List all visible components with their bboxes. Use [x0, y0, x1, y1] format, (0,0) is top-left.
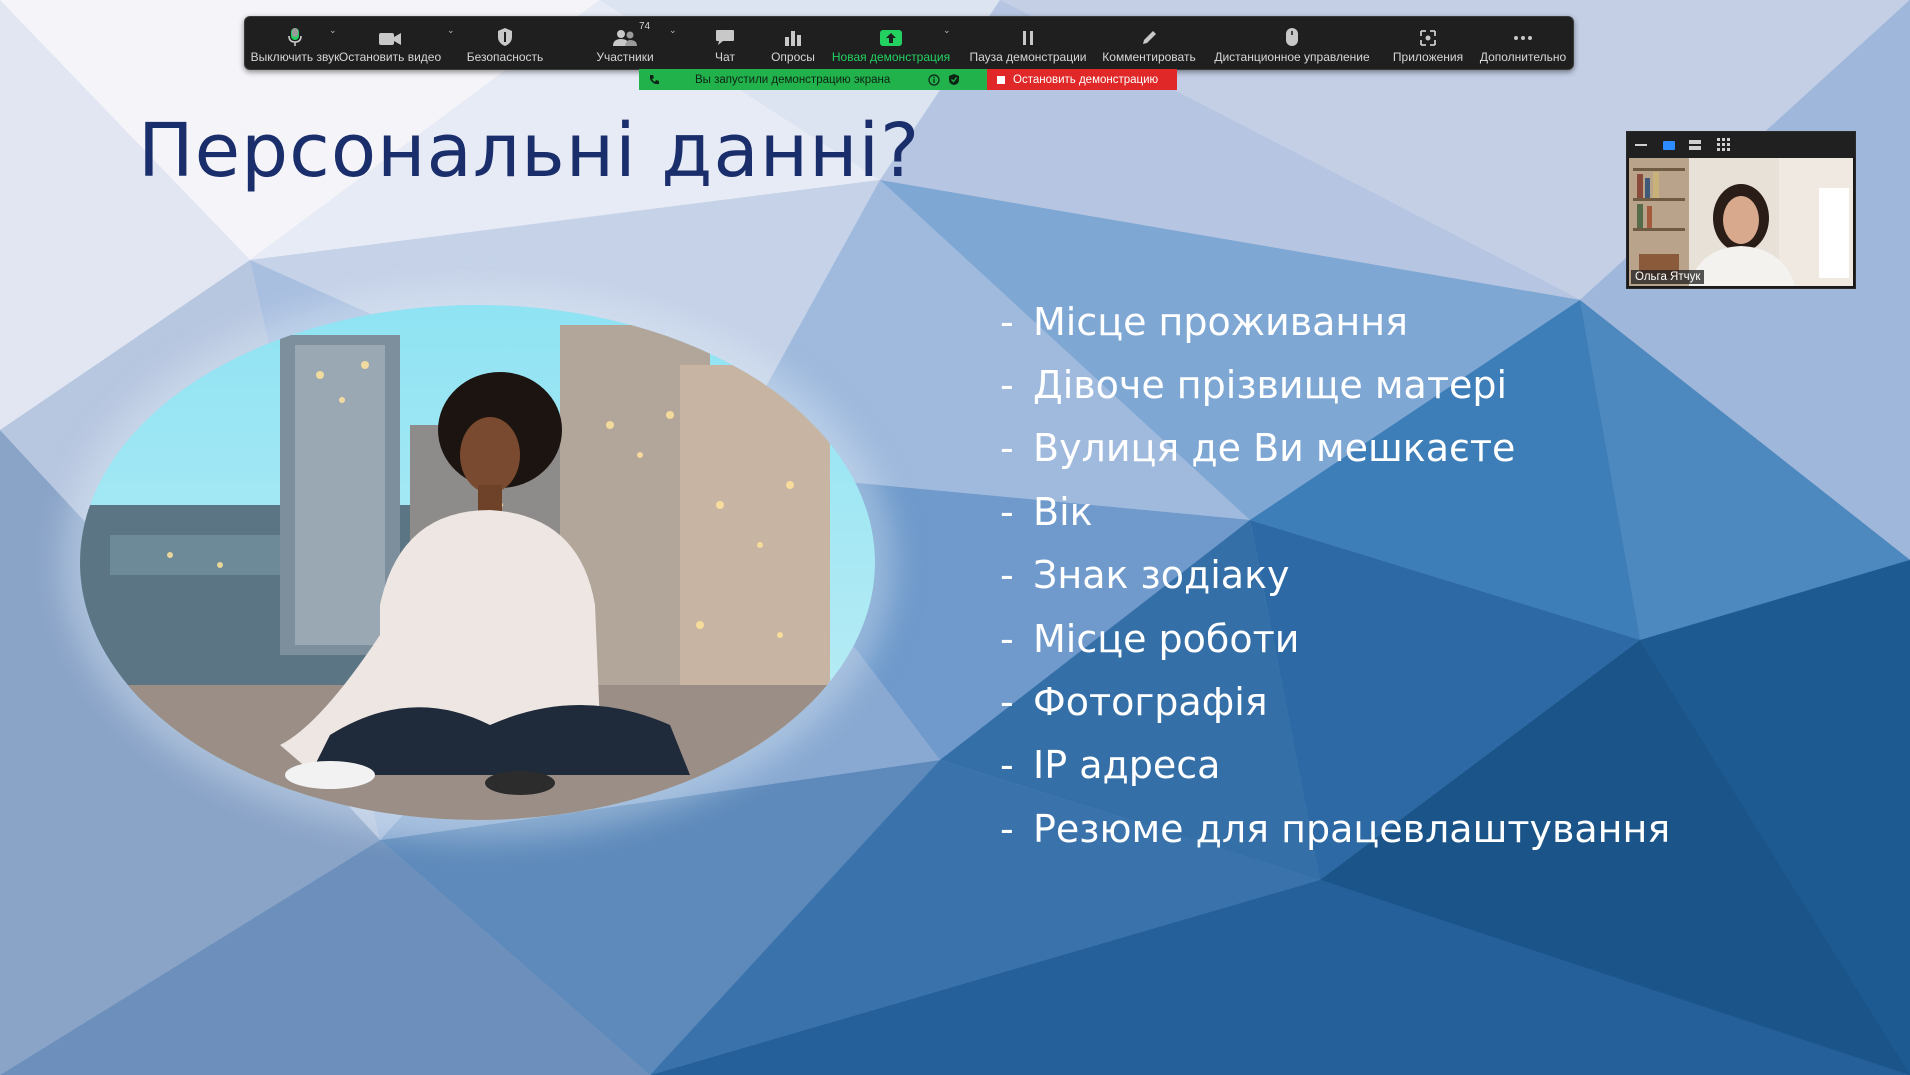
active-speaker-view-icon[interactable]	[1663, 141, 1675, 150]
annotate-label: Комментировать	[1102, 50, 1196, 64]
bullet-dash: -	[1000, 616, 1014, 661]
list-item: - Вік	[1000, 480, 1670, 543]
apps-icon	[1420, 30, 1436, 46]
remote-control-button[interactable]: Дистанционное управление	[1209, 17, 1375, 69]
new-share-label: Новая демонстрация	[831, 50, 951, 64]
share-status-text: Вы запустили демонстрацию экрана	[695, 73, 891, 86]
pause-icon	[1023, 31, 1033, 45]
bullet-dash: -	[1000, 489, 1014, 534]
participants-icon	[613, 30, 637, 46]
polls-button[interactable]: Опросы	[763, 17, 823, 69]
bullet-dash: -	[1000, 426, 1014, 471]
stop-video-button[interactable]: Остановить видео	[339, 17, 441, 69]
pause-share-label: Пауза демонстрации	[969, 50, 1087, 64]
video-panel-controls	[1627, 132, 1855, 158]
pause-share-button[interactable]: Пауза демонстрации	[965, 17, 1091, 69]
mute-button[interactable]: Выключить звук	[249, 17, 341, 69]
list-item: - IP адреса	[1000, 734, 1670, 797]
meeting-toolbar: Выключить звук ⌄ Остановить видео ⌄ Безо…	[244, 16, 1574, 70]
list-item: - Дівоче прізвище матері	[1000, 353, 1670, 416]
share-status-bar: Вы запустили демонстрацию экрана	[639, 69, 987, 90]
bullet-dash: -	[1000, 363, 1014, 408]
list-item-text: Дівоче прізвище матері	[1033, 363, 1508, 408]
mute-label: Выключить звук	[250, 50, 340, 64]
participants-options-chevron-icon[interactable]: ⌄	[669, 25, 677, 36]
security-button[interactable]: Безопасность	[465, 17, 545, 69]
list-item-text: Вік	[1033, 489, 1093, 534]
participants-button[interactable]: Участники	[585, 17, 665, 69]
list-item-text: Знак зодіаку	[1033, 553, 1290, 598]
list-item-text: IP адреса	[1033, 743, 1221, 788]
video-camera-icon	[379, 33, 401, 45]
gallery-grid-icon[interactable]	[1717, 138, 1730, 151]
security-label: Безопасность	[466, 50, 544, 64]
stop-video-label: Остановить видео	[338, 50, 442, 64]
webcam-image	[1629, 158, 1853, 286]
stop-share-label: Остановить демонстрацию	[1013, 73, 1159, 86]
stop-share-button[interactable]: Остановить демонстрацию	[987, 69, 1177, 90]
list-item: - Вулиця де Ви мешкаєте	[1000, 417, 1670, 480]
bar-chart-icon	[785, 31, 801, 46]
bullet-dash: -	[1000, 680, 1014, 725]
video-options-chevron-icon[interactable]: ⌄	[447, 25, 455, 36]
bullet-dash: -	[1000, 299, 1014, 344]
list-item: - Знак зодіаку	[1000, 544, 1670, 607]
encryption-shield-icon[interactable]	[948, 73, 960, 86]
bullet-dash: -	[1000, 806, 1014, 851]
share-screen-icon	[880, 30, 902, 46]
slide-photo	[80, 305, 875, 820]
stop-square-icon	[997, 75, 1005, 84]
bullet-dash: -	[1000, 553, 1014, 598]
bullet-dash: -	[1000, 743, 1014, 788]
polls-label: Опросы	[771, 50, 815, 64]
mute-options-chevron-icon[interactable]: ⌄	[329, 25, 337, 36]
info-icon[interactable]	[928, 73, 940, 86]
shield-icon	[498, 28, 512, 46]
list-item: - Місце проживання	[1000, 290, 1670, 353]
slide-title: Персональні данні?	[138, 108, 921, 194]
participant-video	[1629, 158, 1853, 286]
share-options-chevron-icon[interactable]: ⌄	[943, 25, 951, 36]
more-label: Дополнительно	[1479, 50, 1567, 64]
new-share-button[interactable]: Новая демонстрация	[829, 17, 953, 69]
list-item-text: Вулиця де Ви мешкаєте	[1033, 426, 1516, 471]
woman-city-photo	[80, 305, 875, 820]
list-item: - Резюме для працевлаштування	[1000, 797, 1670, 860]
more-dots-icon	[1514, 36, 1532, 40]
list-item-text: Місце проживання	[1033, 299, 1408, 344]
pencil-icon	[1143, 31, 1156, 44]
chat-button[interactable]: Чат	[695, 17, 755, 69]
self-video-panel[interactable]: Ольга Ятчук	[1626, 131, 1856, 289]
participant-name-label: Ольга Ятчук	[1631, 270, 1705, 284]
phone-icon	[650, 74, 659, 84]
participants-count-badge: 74	[639, 21, 651, 32]
list-item-text: Резюме для працевлаштування	[1033, 806, 1671, 851]
list-item: - Місце роботи	[1000, 607, 1670, 670]
bullet-list: - Місце проживання - Дівоче прізвище матер…	[1000, 290, 1670, 861]
list-item-text: Місце роботи	[1033, 616, 1300, 661]
apps-label: Приложения	[1392, 50, 1464, 64]
list-item-text: Фотографія	[1033, 680, 1268, 725]
annotate-button[interactable]: Комментировать	[1097, 17, 1201, 69]
remote-control-label: Дистанционное управление	[1214, 50, 1370, 64]
microphone-icon	[288, 28, 302, 46]
minimize-icon[interactable]	[1635, 144, 1647, 147]
shared-screen: Персональні данні? - Місце проживання - …	[0, 0, 1910, 1075]
mouse-icon	[1286, 28, 1298, 46]
chat-label: Чат	[715, 50, 735, 64]
more-button[interactable]: Дополнительно	[1475, 17, 1571, 69]
chat-bubble-icon	[716, 30, 734, 45]
participants-label: Участники	[596, 50, 654, 64]
stacked-view-icon[interactable]	[1689, 139, 1701, 151]
list-item: - Фотографія	[1000, 670, 1670, 733]
apps-button[interactable]: Приложения	[1385, 17, 1471, 69]
